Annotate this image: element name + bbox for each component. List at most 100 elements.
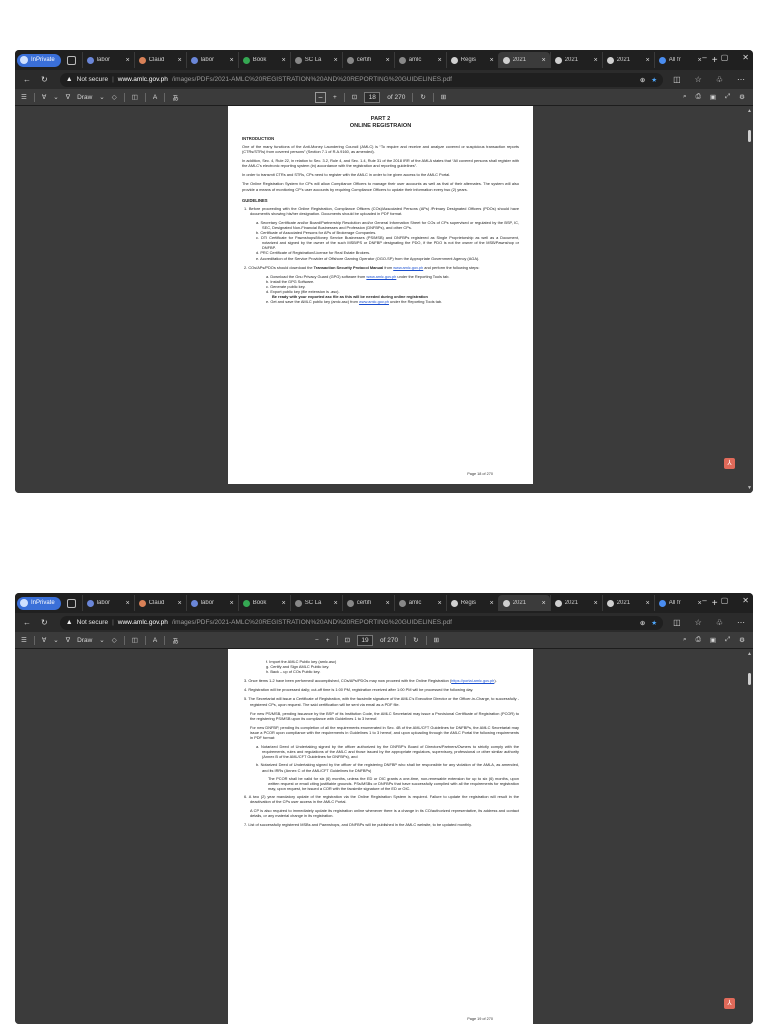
browser-tab[interactable]: amlc × — [393, 52, 446, 68]
portal-link[interactable]: https://portal.amlc.gov.ph — [451, 678, 494, 683]
text-icon[interactable]: A — [153, 637, 157, 644]
zoom-out-button[interactable]: − — [315, 91, 326, 103]
tab-close-icon[interactable]: × — [594, 600, 598, 607]
print-icon[interactable]: ⎙ — [696, 93, 701, 101]
pdf-viewport[interactable]: PART 2 ONLINE REGISTRAION INTRODUCTION O… — [15, 106, 753, 493]
translate-icon[interactable]: あ — [172, 92, 179, 102]
tab-close-icon[interactable]: × — [386, 57, 390, 64]
close-window-button[interactable]: ✕ — [742, 53, 749, 62]
favorite-star-icon[interactable]: ★ — [651, 76, 657, 84]
contents-icon[interactable]: ☰ — [21, 636, 27, 644]
zoom-out-button[interactable]: − — [315, 637, 319, 644]
draw-button[interactable]: Draw — [77, 94, 92, 101]
save-icon[interactable]: ▣ — [710, 636, 716, 644]
browser-tab[interactable]: SC La × — [289, 52, 342, 68]
browser-tab[interactable]: 2021 × — [549, 595, 602, 611]
inprivate-profile-button[interactable]: InPrivate — [17, 596, 61, 610]
browser-tab[interactable]: Claud × — [133, 595, 186, 611]
fullscreen-icon[interactable]: ⤢ — [725, 636, 730, 644]
tab-close-icon[interactable]: × — [490, 600, 494, 607]
browser-tab[interactable]: labor × — [185, 52, 238, 68]
scroll-thumb[interactable] — [748, 130, 751, 142]
browser-tab[interactable]: All fr × — [653, 52, 706, 68]
page-view-icon[interactable]: ⊞ — [441, 93, 446, 101]
browser-tab[interactable]: certifi × — [341, 595, 394, 611]
save-icon[interactable]: ▣ — [710, 93, 716, 101]
fit-page-icon[interactable]: ⊡ — [345, 636, 350, 644]
address-bar[interactable]: ▲ Not secure | www.amlc.gov.ph/images/PD… — [59, 615, 664, 630]
minimize-button[interactable]: – — [702, 53, 706, 62]
settings-icon[interactable]: ⚙ — [739, 636, 745, 644]
tab-close-icon[interactable]: × — [178, 600, 182, 607]
browser-tab[interactable]: 2021 × — [549, 52, 602, 68]
chevron-down-icon[interactable]: ⌄ — [99, 93, 104, 101]
draw-icon[interactable]: ∇ — [66, 636, 70, 644]
extensions-icon[interactable]: ♧ — [716, 618, 723, 627]
browser-tab[interactable]: labor × — [185, 595, 238, 611]
address-bar[interactable]: ▲ Not secure | www.amlc.gov.ph/images/PD… — [59, 72, 664, 87]
tab-close-icon[interactable]: × — [698, 600, 702, 607]
amlc-link[interactable]: www.amlc.gov.ph — [359, 299, 389, 304]
browser-tab[interactable]: Book × — [237, 52, 290, 68]
tab-close-icon[interactable]: × — [230, 57, 234, 64]
tab-close-icon[interactable]: × — [594, 57, 598, 64]
browser-tab[interactable]: Claud × — [133, 52, 186, 68]
page-view-icon[interactable]: ⊞ — [434, 636, 439, 644]
translate-icon[interactable]: あ — [172, 635, 179, 645]
draw-icon[interactable]: ∇ — [66, 93, 70, 101]
tab-close-icon[interactable]: × — [334, 57, 338, 64]
favorite-star-icon[interactable]: ★ — [651, 619, 657, 627]
browser-tab[interactable]: labor × — [81, 52, 134, 68]
settings-icon[interactable]: ⚙ — [739, 93, 745, 101]
tab-actions-icon[interactable] — [66, 55, 76, 65]
scroll-thumb[interactable] — [748, 673, 751, 685]
fullscreen-icon[interactable]: ⤢ — [725, 93, 730, 101]
chevron-down-icon[interactable]: ⌄ — [99, 636, 104, 644]
tab-close-icon[interactable]: × — [126, 57, 130, 64]
page-number-input[interactable]: 18 — [364, 91, 381, 103]
favorites-icon[interactable]: ☆ — [695, 75, 702, 84]
browser-tab[interactable]: 2021 × — [497, 52, 550, 68]
tab-close-icon[interactable]: × — [646, 600, 650, 607]
amlc-link[interactable]: www.amlc.gov.ph — [366, 274, 396, 279]
tab-close-icon[interactable]: × — [438, 600, 442, 607]
browser-tab[interactable]: Regis × — [445, 52, 498, 68]
eraser-icon[interactable]: ◇ — [112, 93, 117, 101]
chevron-down-icon[interactable]: ⌄ — [53, 93, 58, 101]
split-screen-icon[interactable]: ◫ — [673, 618, 681, 627]
close-window-button[interactable]: ✕ — [742, 596, 749, 605]
tab-close-icon[interactable]: × — [230, 600, 234, 607]
highlight-icon[interactable]: ∀ — [42, 636, 46, 644]
tab-close-icon[interactable]: × — [698, 57, 702, 64]
tab-close-icon[interactable]: × — [490, 57, 494, 64]
vertical-scrollbar[interactable]: ▲ ▼ — [745, 106, 753, 493]
fit-page-icon[interactable]: ⊡ — [352, 93, 357, 101]
highlight-icon[interactable]: ∀ — [42, 93, 46, 101]
contents-icon[interactable]: ☰ — [21, 93, 27, 101]
browser-tab[interactable]: All fr × — [653, 595, 706, 611]
tab-close-icon[interactable]: × — [334, 600, 338, 607]
inprivate-profile-button[interactable]: InPrivate — [17, 53, 61, 67]
split-screen-icon[interactable]: ◫ — [673, 75, 681, 84]
acrobat-icon[interactable]: ⅄ — [724, 458, 735, 469]
rotate-icon[interactable]: ↻ — [413, 636, 418, 644]
refresh-icon[interactable]: ↻ — [41, 75, 48, 84]
eraser-icon[interactable]: ◇ — [112, 636, 117, 644]
more-menu-icon[interactable]: ⋯ — [737, 75, 745, 84]
chevron-down-icon[interactable]: ⌄ — [53, 636, 58, 644]
vertical-scrollbar[interactable]: ▲ — [745, 649, 753, 1024]
page-number-input[interactable]: 19 — [357, 634, 374, 646]
browser-tab[interactable]: 2021 × — [601, 595, 654, 611]
search-icon[interactable]: ⌕ — [683, 636, 687, 644]
tab-actions-icon[interactable] — [66, 598, 76, 608]
browser-tab[interactable]: certifi × — [341, 52, 394, 68]
back-icon[interactable]: ← — [23, 75, 31, 84]
tab-close-icon[interactable]: × — [386, 600, 390, 607]
acrobat-icon[interactable]: ⅄ — [724, 998, 735, 1009]
rotate-icon[interactable]: ↻ — [420, 93, 425, 101]
read-aloud-icon[interactable]: ◫ — [132, 636, 138, 644]
browser-tab[interactable]: amlc × — [393, 595, 446, 611]
scroll-down-icon[interactable]: ▼ — [747, 485, 752, 491]
scroll-up-icon[interactable]: ▲ — [747, 651, 752, 657]
favorites-icon[interactable]: ☆ — [695, 618, 702, 627]
